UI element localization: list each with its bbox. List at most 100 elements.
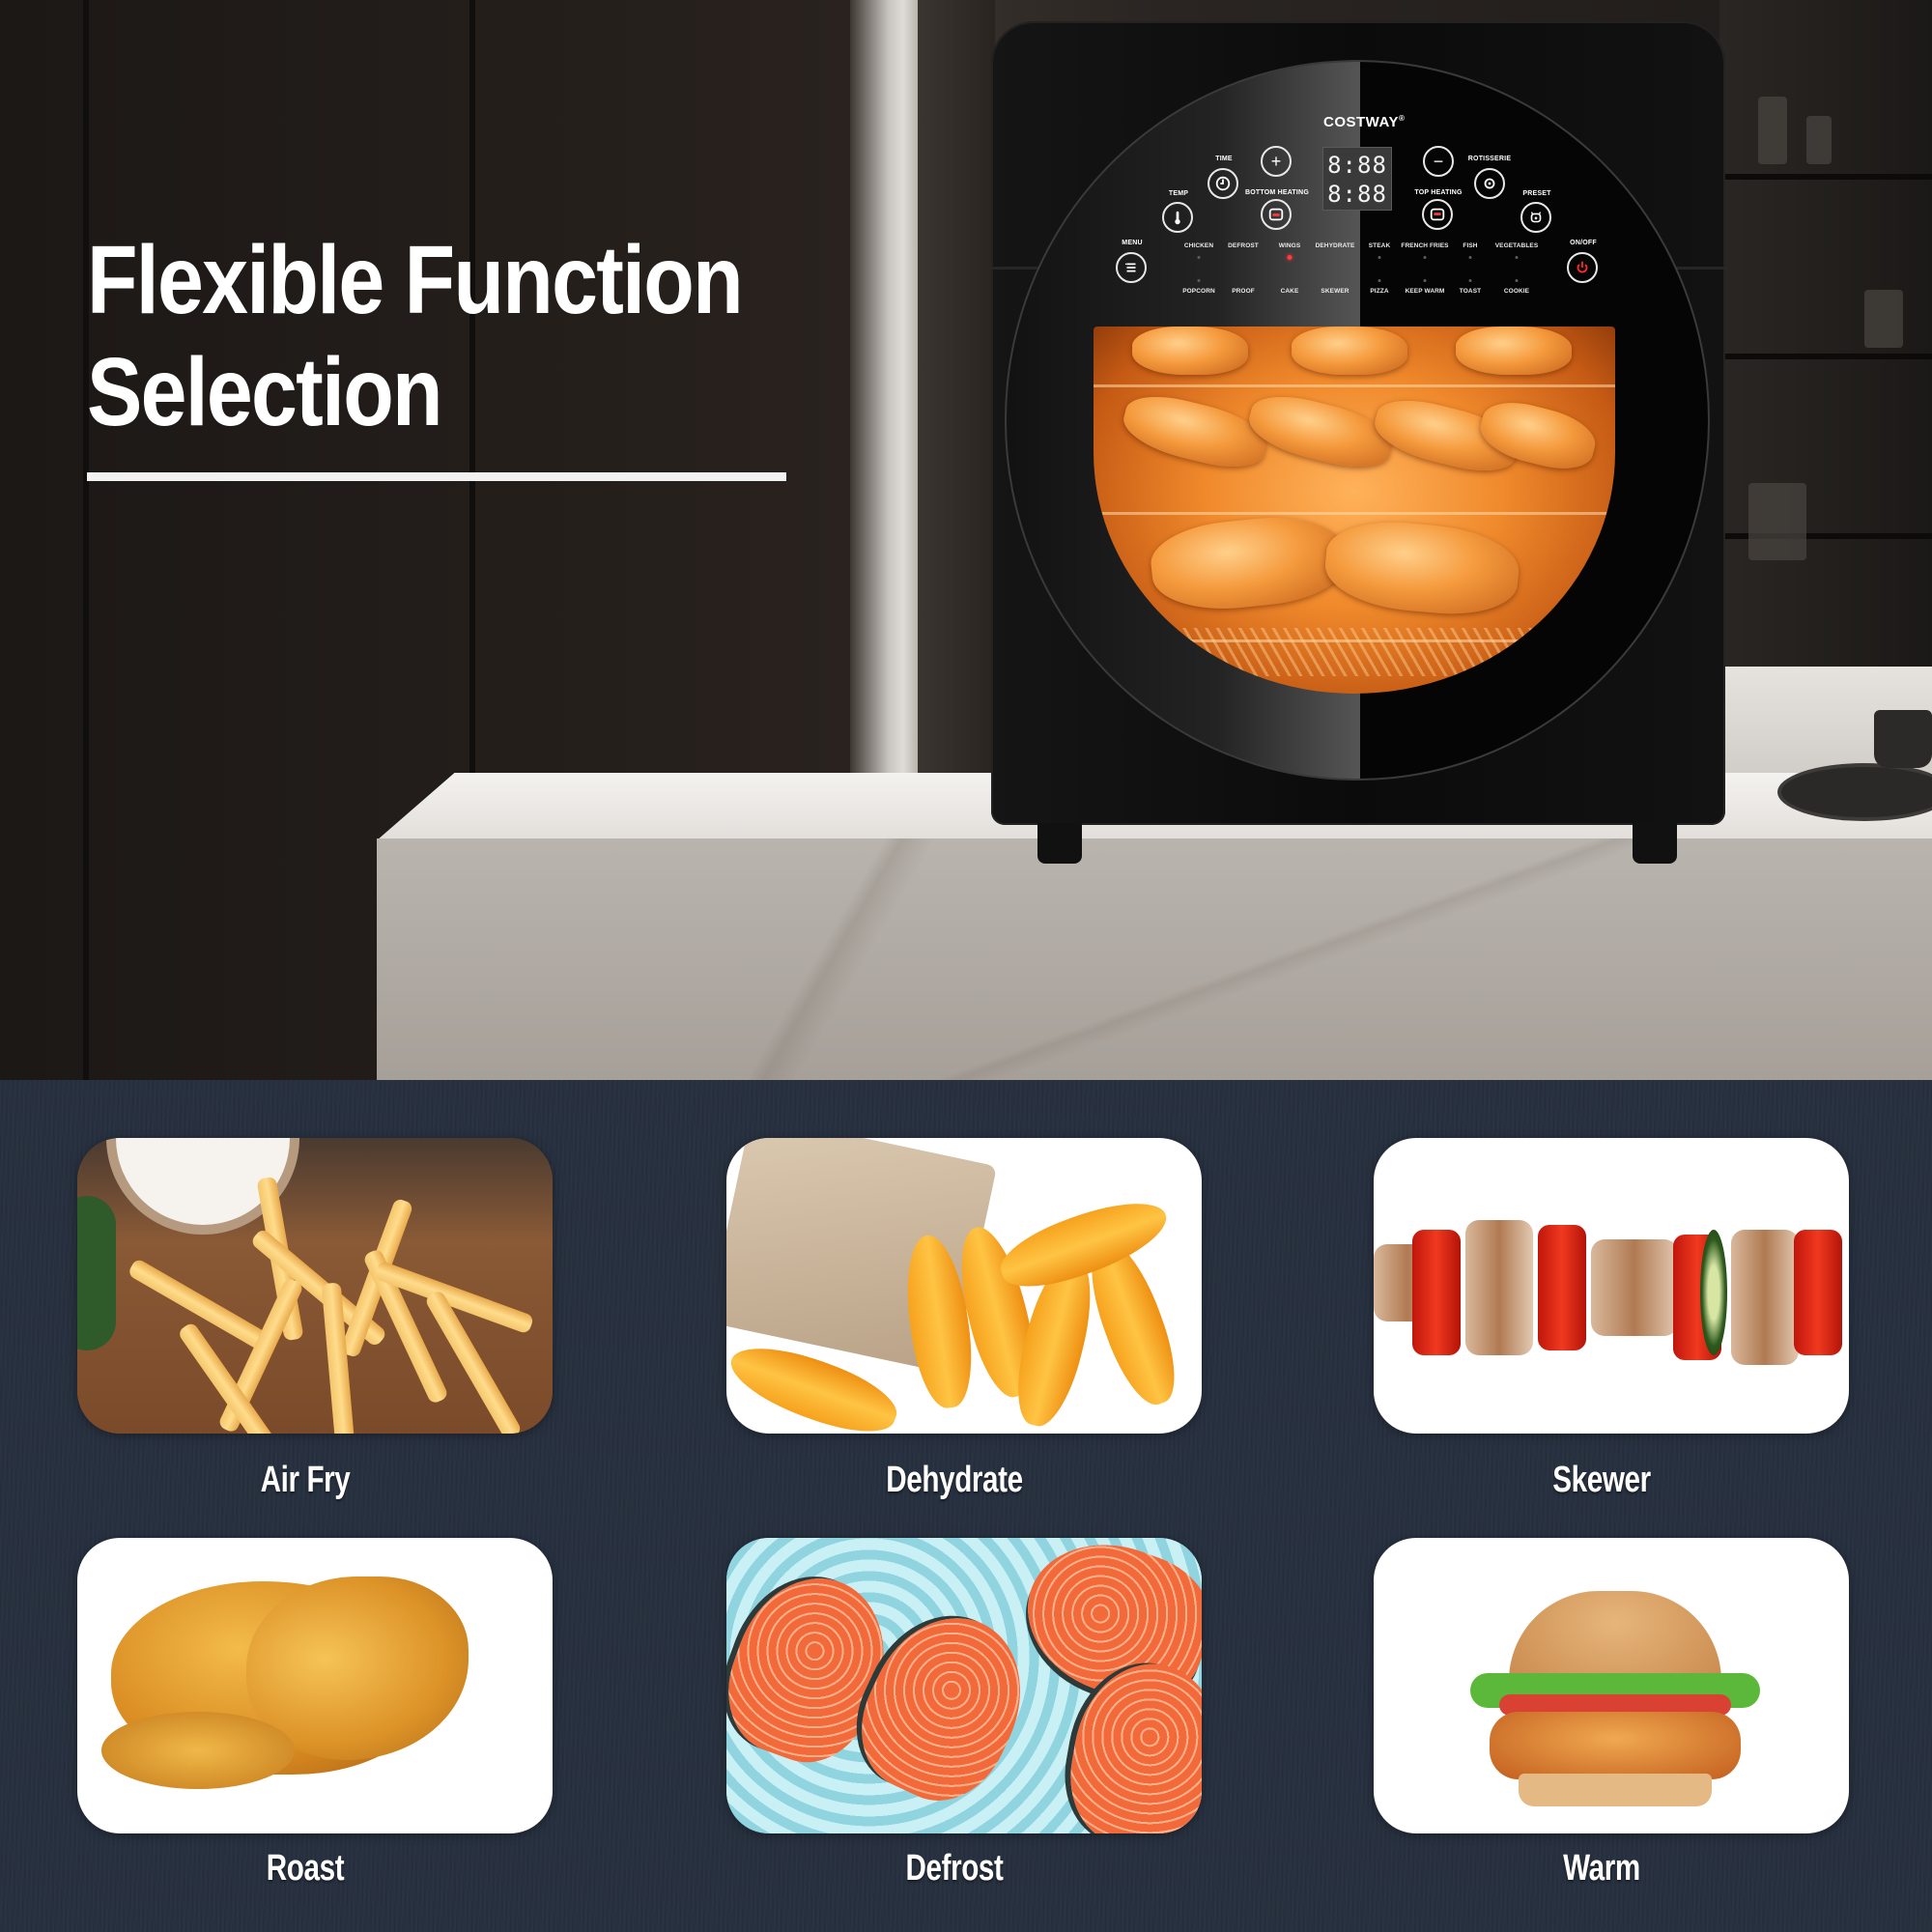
plus-icon: + bbox=[1270, 152, 1282, 171]
function-defrost[interactable]: DEFROST bbox=[1228, 242, 1259, 249]
shelf-jar bbox=[1806, 116, 1832, 164]
bottom-heating-label: BOTTOM HEATING bbox=[1245, 189, 1309, 196]
ketchup-bowl bbox=[77, 1196, 116, 1350]
power-button[interactable] bbox=[1567, 252, 1598, 283]
indicator-led bbox=[1468, 256, 1472, 259]
power-icon bbox=[1577, 261, 1588, 273]
oven-foot-right bbox=[1633, 823, 1677, 864]
title-line-2: Selection bbox=[87, 338, 443, 446]
feature-label-air-fry: Air Fry bbox=[260, 1460, 351, 1500]
title-line-1: Flexible Function bbox=[87, 226, 744, 334]
heating-element-icon bbox=[1268, 208, 1284, 221]
feature-card-roast bbox=[77, 1538, 553, 1833]
indicator-led bbox=[1197, 256, 1201, 259]
roast-chicken-image bbox=[77, 1538, 553, 1833]
dried-mango-image bbox=[726, 1138, 1202, 1434]
feature-card-air-fry bbox=[77, 1138, 553, 1434]
top-heating-button[interactable] bbox=[1422, 199, 1453, 230]
clock-icon bbox=[1215, 176, 1231, 191]
display-row-1: 8:88 bbox=[1327, 152, 1387, 179]
function-cookie[interactable]: COOKIE bbox=[1504, 288, 1529, 295]
function-cake[interactable]: CAKE bbox=[1281, 288, 1299, 295]
basket-mesh bbox=[1132, 628, 1577, 676]
burger-bottom-bun bbox=[1519, 1774, 1712, 1806]
feature-card-skewer bbox=[1374, 1138, 1849, 1434]
kebab-skewer-image bbox=[1374, 1138, 1849, 1434]
chicken-patty bbox=[1490, 1712, 1741, 1779]
function-pizza[interactable]: PIZZA bbox=[1370, 288, 1388, 295]
wall-column bbox=[918, 0, 995, 831]
food-item bbox=[1456, 327, 1572, 375]
function-proof[interactable]: PROOF bbox=[1232, 288, 1255, 295]
function-chicken[interactable]: CHICKEN bbox=[1184, 242, 1213, 249]
menu-button[interactable] bbox=[1116, 252, 1147, 283]
salmon-on-ice-image bbox=[726, 1538, 1202, 1833]
preset-button[interactable] bbox=[1520, 202, 1551, 233]
bottom-heating-button[interactable] bbox=[1261, 199, 1292, 230]
function-dehydrate[interactable]: DEHYDRATE bbox=[1316, 242, 1355, 249]
function-fish[interactable]: FISH bbox=[1463, 242, 1477, 249]
time-label: TIME bbox=[1215, 156, 1233, 162]
feature-label-dehydrate: Dehydrate bbox=[886, 1460, 1023, 1500]
brand-logo: COSTWAY® bbox=[1323, 114, 1405, 130]
shelf-jar bbox=[1864, 290, 1903, 348]
function-steak[interactable]: STEAK bbox=[1369, 242, 1391, 249]
indicator-led bbox=[1423, 256, 1427, 259]
menu-list-icon bbox=[1124, 263, 1136, 272]
function-toast[interactable]: TOAST bbox=[1460, 288, 1481, 295]
function-wings[interactable]: WINGS bbox=[1279, 242, 1301, 249]
background-shelf bbox=[1719, 0, 1932, 696]
function-vegetables[interactable]: VEGETABLES bbox=[1495, 242, 1539, 249]
meat-chunk bbox=[1731, 1230, 1799, 1365]
feature-label-skewer: Skewer bbox=[1552, 1460, 1651, 1500]
chicken-burger-image bbox=[1374, 1538, 1849, 1833]
thermometer-icon bbox=[1175, 211, 1180, 225]
feature-label-warm: Warm bbox=[1563, 1848, 1640, 1889]
minus-icon: − bbox=[1433, 152, 1444, 171]
temp-button[interactable] bbox=[1162, 202, 1193, 233]
indicator-led bbox=[1378, 256, 1381, 259]
menu-label: MENU bbox=[1122, 240, 1143, 246]
heating-element-icon bbox=[1430, 208, 1445, 221]
zucchini-slice bbox=[1700, 1230, 1727, 1355]
feature-card-warm bbox=[1374, 1538, 1849, 1833]
red-pepper bbox=[1538, 1225, 1586, 1350]
feature-label-roast: Roast bbox=[266, 1848, 345, 1889]
oven-window bbox=[1094, 327, 1615, 694]
cup bbox=[1874, 710, 1932, 768]
on-off-label: ON/OFF bbox=[1570, 240, 1597, 246]
feature-label-defrost: Defrost bbox=[905, 1848, 1004, 1889]
title-underline bbox=[87, 472, 786, 481]
food-item bbox=[1132, 327, 1248, 375]
function-keep-warm[interactable]: KEEP WARM bbox=[1406, 288, 1445, 295]
rotisserie-icon bbox=[1484, 178, 1495, 189]
indicator-led bbox=[1423, 279, 1427, 282]
marble-counter-front bbox=[377, 838, 1932, 1080]
rotisserie-button[interactable] bbox=[1474, 168, 1505, 199]
function-popcorn[interactable]: POPCORN bbox=[1182, 288, 1215, 295]
indicator-led bbox=[1468, 279, 1472, 282]
indicator-led-active bbox=[1287, 255, 1293, 260]
brand-name: COSTWAY bbox=[1323, 114, 1399, 130]
feature-card-defrost bbox=[726, 1538, 1202, 1833]
indicator-led bbox=[1197, 279, 1201, 282]
oven-foot-left bbox=[1037, 823, 1082, 864]
indicator-led bbox=[1378, 279, 1381, 282]
food-item bbox=[1292, 327, 1407, 375]
french-fries-image bbox=[77, 1138, 553, 1434]
registered-mark: ® bbox=[1398, 114, 1406, 123]
chicken-wing bbox=[101, 1712, 295, 1789]
function-skewer[interactable]: SKEWER bbox=[1321, 288, 1349, 295]
meat-chunk bbox=[1591, 1239, 1678, 1336]
red-pepper bbox=[1412, 1230, 1461, 1355]
shelf-jar bbox=[1748, 483, 1806, 560]
food-item bbox=[1147, 509, 1350, 617]
function-french-fries[interactable]: FRENCH FRIES bbox=[1401, 242, 1448, 249]
minus-button[interactable]: − bbox=[1423, 146, 1454, 177]
plus-button[interactable]: + bbox=[1261, 146, 1292, 177]
preset-label: PRESET bbox=[1522, 190, 1551, 197]
temp-label: TEMP bbox=[1168, 190, 1189, 197]
wall-panel-seam bbox=[83, 0, 89, 1080]
rotisserie-label: ROTISSERIE bbox=[1467, 156, 1512, 162]
time-button[interactable] bbox=[1208, 168, 1238, 199]
